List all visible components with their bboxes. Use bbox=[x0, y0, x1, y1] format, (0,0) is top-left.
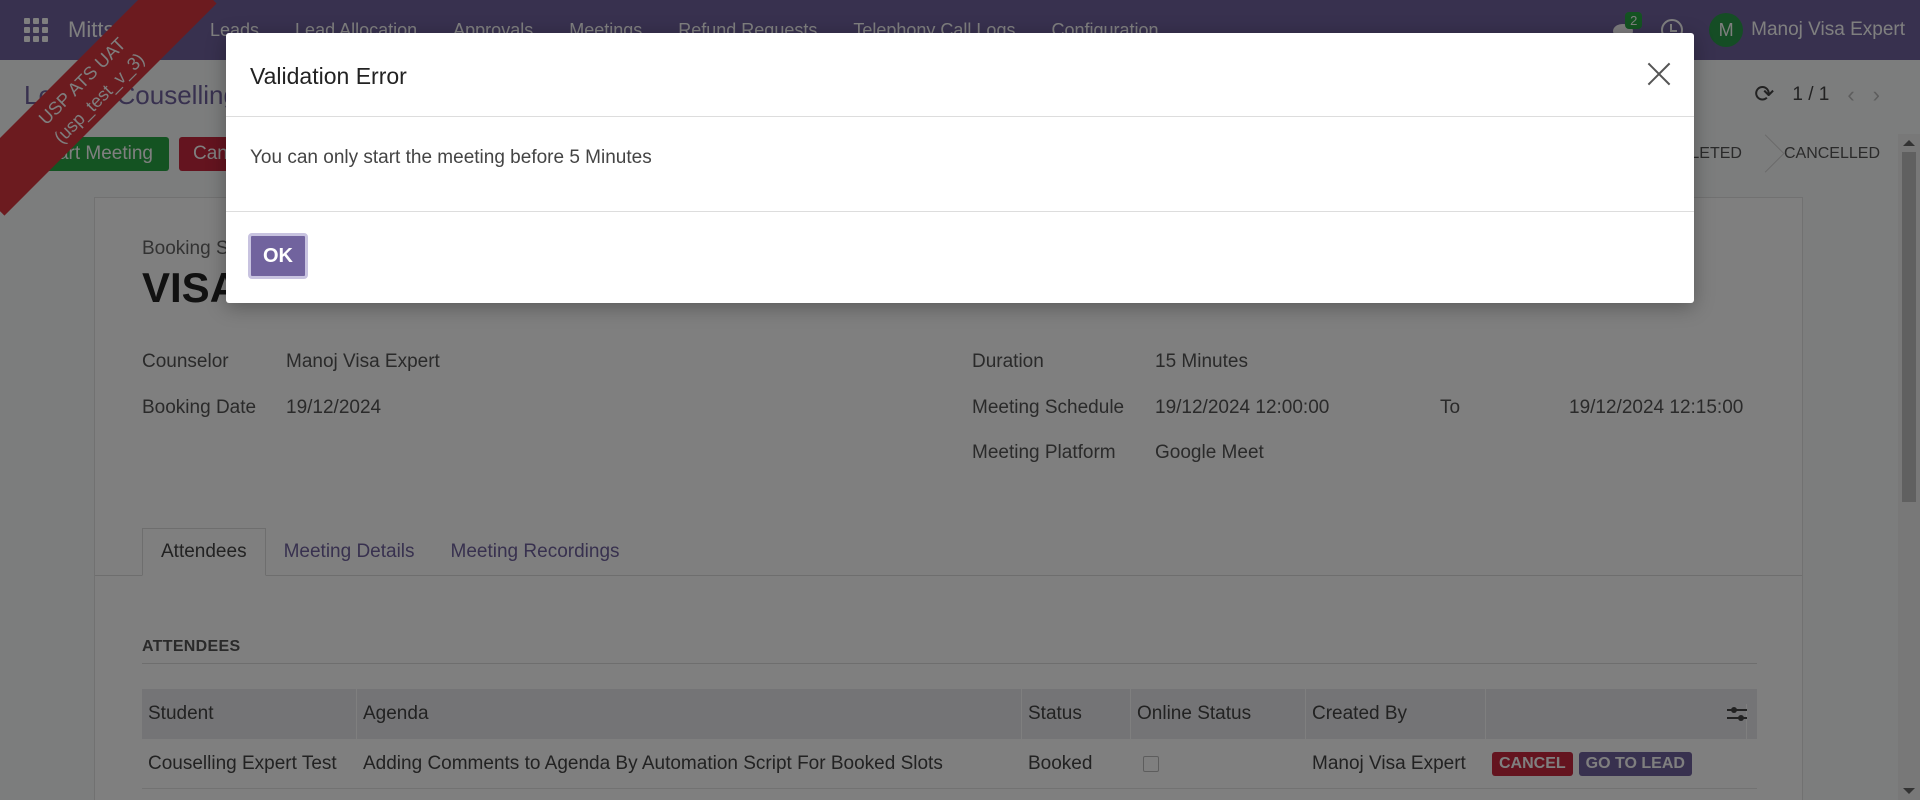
dialog-message: You can only start the meeting before 5 … bbox=[250, 147, 652, 168]
ok-button[interactable]: OK bbox=[248, 233, 308, 279]
dialog-header: Validation Error bbox=[226, 33, 1694, 117]
dialog-title: Validation Error bbox=[250, 63, 407, 89]
dialog-footer: OK bbox=[226, 212, 1694, 302]
close-icon[interactable] bbox=[1646, 61, 1672, 87]
dialog-body: You can only start the meeting before 5 … bbox=[226, 117, 1694, 212]
validation-error-dialog: Validation Error You can only start the … bbox=[226, 33, 1694, 303]
